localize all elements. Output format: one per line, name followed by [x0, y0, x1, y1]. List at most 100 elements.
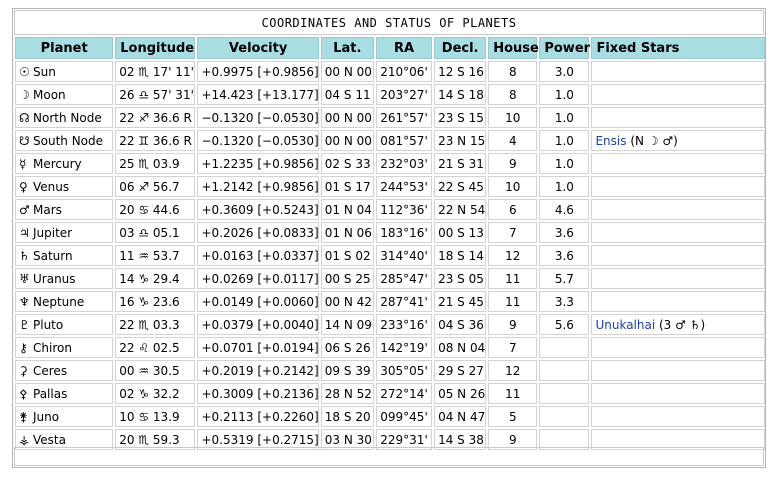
table-row: ⚴ Pallas 02 ♑ 32.2 +0.3009 [+0.2136] 28 N 52…	[15, 383, 765, 404]
fixed-stars-cell: Unukalhai (3 ♂ ♄)	[591, 314, 765, 335]
planet-link[interactable]: Pallas	[33, 387, 67, 401]
longitude-cell: 06 ♐ 56.7	[115, 176, 196, 197]
velocity-cell: +14.423 [+13.177]	[197, 84, 319, 105]
table-row: ♅ Uranus 14 ♑ 29.4 +0.0269 [+0.0117] 00 S 25…	[15, 268, 765, 289]
power-cell: 5.7	[539, 268, 590, 289]
declination-cell: 23 S 05	[434, 268, 487, 289]
longitude-cell: 22 ♏ 03.3	[115, 314, 196, 335]
table-row: ⚳ Ceres 00 ♒ 30.5 +0.2019 [+0.2142] 09 S 39 3…	[15, 360, 765, 381]
col-header-longitude: Longitude	[115, 37, 196, 59]
latitude-cell: 09 S 39	[320, 360, 374, 381]
longitude-cell: 25 ♏ 03.9	[115, 153, 196, 174]
house-cell: 11	[488, 268, 538, 289]
declination-cell: 21 S 45	[434, 291, 487, 312]
latitude-cell: 00 S 25	[320, 268, 374, 289]
col-header-power: Power	[539, 37, 590, 59]
power-cell: 3.6	[539, 222, 590, 243]
planet-link[interactable]: Chiron	[33, 341, 72, 355]
planet-link[interactable]: Pluto	[33, 318, 63, 332]
table-row: ⚵ Juno 10 ♋ 13.9 +0.2113 [+0.2260] 18 S 20 09…	[15, 406, 765, 427]
planet-link[interactable]: Jupiter	[33, 226, 72, 240]
declination-cell: 14 S 18	[434, 84, 487, 105]
table-row: ☊ North Node 22 ♐ 36.6 R −0.1320 [−0.0530] 0…	[15, 107, 765, 128]
col-header-decl: Decl.	[434, 37, 487, 59]
planet-link[interactable]: North Node	[33, 111, 102, 125]
planet-link[interactable]: Neptune	[33, 295, 84, 309]
ra-cell: 203°27'	[375, 84, 433, 105]
fixed-star-link[interactable]: Ensis	[595, 134, 626, 148]
planet-link[interactable]: Juno	[33, 410, 59, 424]
power-cell: 1.0	[539, 153, 590, 174]
planet-link[interactable]: Moon	[33, 88, 66, 102]
power-cell: 1.0	[539, 176, 590, 197]
table-row: ♃ Jupiter 03 ♎ 05.1 +0.2026 [+0.0833] 01 N 0…	[15, 222, 765, 243]
latitude-cell: 02 S 33	[320, 153, 374, 174]
longitude-cell: 00 ♒ 30.5	[115, 360, 196, 381]
fixed-stars-cell	[591, 61, 765, 82]
house-cell: 11	[488, 291, 538, 312]
planet-link[interactable]: Venus	[33, 180, 69, 194]
planet-glyph-icon: ⚵	[19, 409, 28, 424]
planet-cell: ♂ Mars	[15, 199, 114, 220]
fixed-stars-cell	[591, 176, 765, 197]
longitude-cell: 02 ♑ 32.2	[115, 383, 196, 404]
table-row: ♆ Neptune 16 ♑ 23.6 +0.0149 [+0.0060] 00 N 4…	[15, 291, 765, 312]
latitude-cell: 01 N 06	[320, 222, 374, 243]
table-row: ⚷ Chiron 22 ♌ 02.5 +0.0701 [+0.0194] 06 S 26…	[15, 337, 765, 358]
velocity-cell: −0.1320 [−0.0530]	[197, 130, 319, 151]
fixed-star-detail: (N ☽ ♂)	[626, 133, 678, 148]
table-row: ☉ Sun 02 ♏ 17' 11" +0.9975 [+0.9856] 00 N 00…	[15, 61, 765, 82]
ra-cell: 232°03'	[375, 153, 433, 174]
table-row: ♂ Mars 20 ♋ 44.6 +0.3609 [+0.5243] 01 N 04 11…	[15, 199, 765, 220]
declination-cell: 12 S 16	[434, 61, 487, 82]
fixed-star-link[interactable]: Unukalhai	[595, 318, 655, 332]
ra-cell: 244°53'	[375, 176, 433, 197]
planet-glyph-icon: ♄	[19, 248, 30, 263]
planet-cell: ♀ Venus	[15, 176, 114, 197]
col-header-velocity: Velocity	[197, 37, 319, 59]
declination-cell: 18 S 14	[434, 245, 487, 266]
planet-glyph-icon: ⚳	[19, 363, 28, 378]
longitude-cell: 14 ♑ 29.4	[115, 268, 196, 289]
planet-link[interactable]: Uranus	[33, 272, 76, 286]
planet-link[interactable]: Saturn	[33, 249, 73, 263]
power-cell	[539, 360, 590, 381]
longitude-cell: 16 ♑ 23.6	[115, 291, 196, 312]
velocity-cell: +0.0149 [+0.0060]	[197, 291, 319, 312]
house-cell: 8	[488, 84, 538, 105]
declination-cell: 04 S 36	[434, 314, 487, 335]
planet-cell: ☿ Mercury	[15, 153, 114, 174]
planet-glyph-icon: ☉	[19, 64, 30, 79]
planet-link[interactable]: Mercury	[33, 157, 82, 171]
fixed-stars-cell	[591, 245, 765, 266]
planet-link[interactable]: Sun	[33, 65, 56, 79]
latitude-cell: 14 N 09	[320, 314, 374, 335]
velocity-cell: +0.2019 [+0.2142]	[197, 360, 319, 381]
declination-cell: 21 S 31	[434, 153, 487, 174]
power-cell: 3.6	[539, 245, 590, 266]
power-cell: 4.6	[539, 199, 590, 220]
planet-link[interactable]: Vesta	[33, 433, 66, 447]
longitude-cell: 02 ♏ 17' 11"	[115, 61, 196, 82]
fixed-stars-cell	[591, 268, 765, 289]
house-cell: 7	[488, 222, 538, 243]
planet-glyph-icon: ⚶	[19, 432, 30, 447]
col-header-house: House	[488, 37, 539, 59]
fixed-stars-cell	[591, 406, 765, 427]
ra-cell: 285°47'	[375, 268, 433, 289]
planets-panel: COORDINATES AND STATUS OF PLANETS Planet…	[12, 8, 766, 468]
planet-link[interactable]: Ceres	[33, 364, 67, 378]
power-cell	[539, 406, 590, 427]
velocity-cell: +0.3009 [+0.2136]	[197, 383, 319, 404]
declination-cell: 00 S 13	[434, 222, 487, 243]
planet-link[interactable]: Mars	[33, 203, 62, 217]
col-header-lat: Lat.	[320, 37, 374, 59]
planet-link[interactable]: South Node	[33, 134, 103, 148]
power-cell: 1.0	[539, 84, 590, 105]
velocity-cell: +0.0163 [+0.0337]	[197, 245, 319, 266]
table-row: ♀ Venus 06 ♐ 56.7 +1.2142 [+0.9856] 01 S 17 2…	[15, 176, 765, 197]
ra-cell: 287°41'	[375, 291, 433, 312]
house-cell: 10	[488, 107, 538, 128]
ra-cell: 233°16'	[375, 314, 433, 335]
planet-cell: ♅ Uranus	[15, 268, 114, 289]
